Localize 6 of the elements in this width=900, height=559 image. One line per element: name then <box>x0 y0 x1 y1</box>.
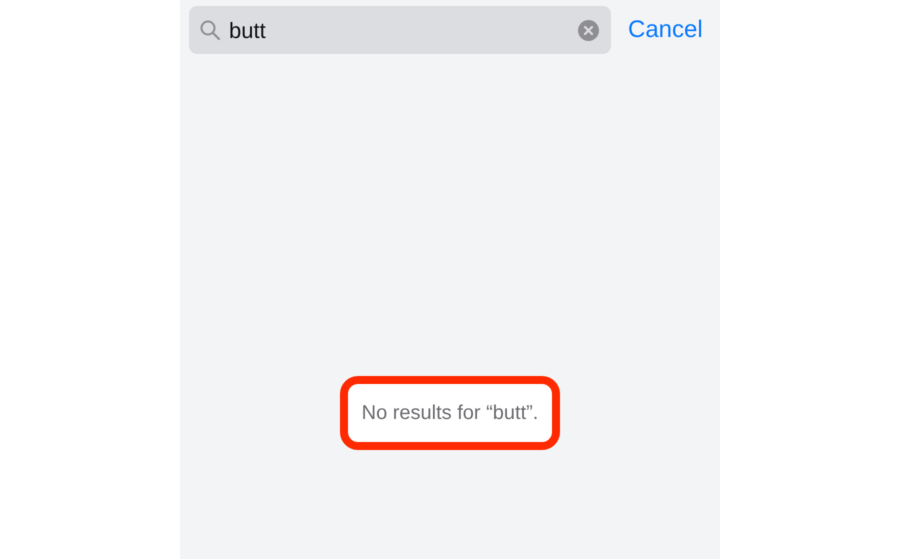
cancel-button[interactable]: Cancel <box>628 12 703 48</box>
no-results-message: No results for “butt”. <box>362 402 538 424</box>
search-field[interactable]: butt <box>189 6 611 54</box>
search-icon <box>199 19 221 41</box>
search-input[interactable]: butt <box>229 14 570 46</box>
clear-icon[interactable] <box>578 20 599 40</box>
